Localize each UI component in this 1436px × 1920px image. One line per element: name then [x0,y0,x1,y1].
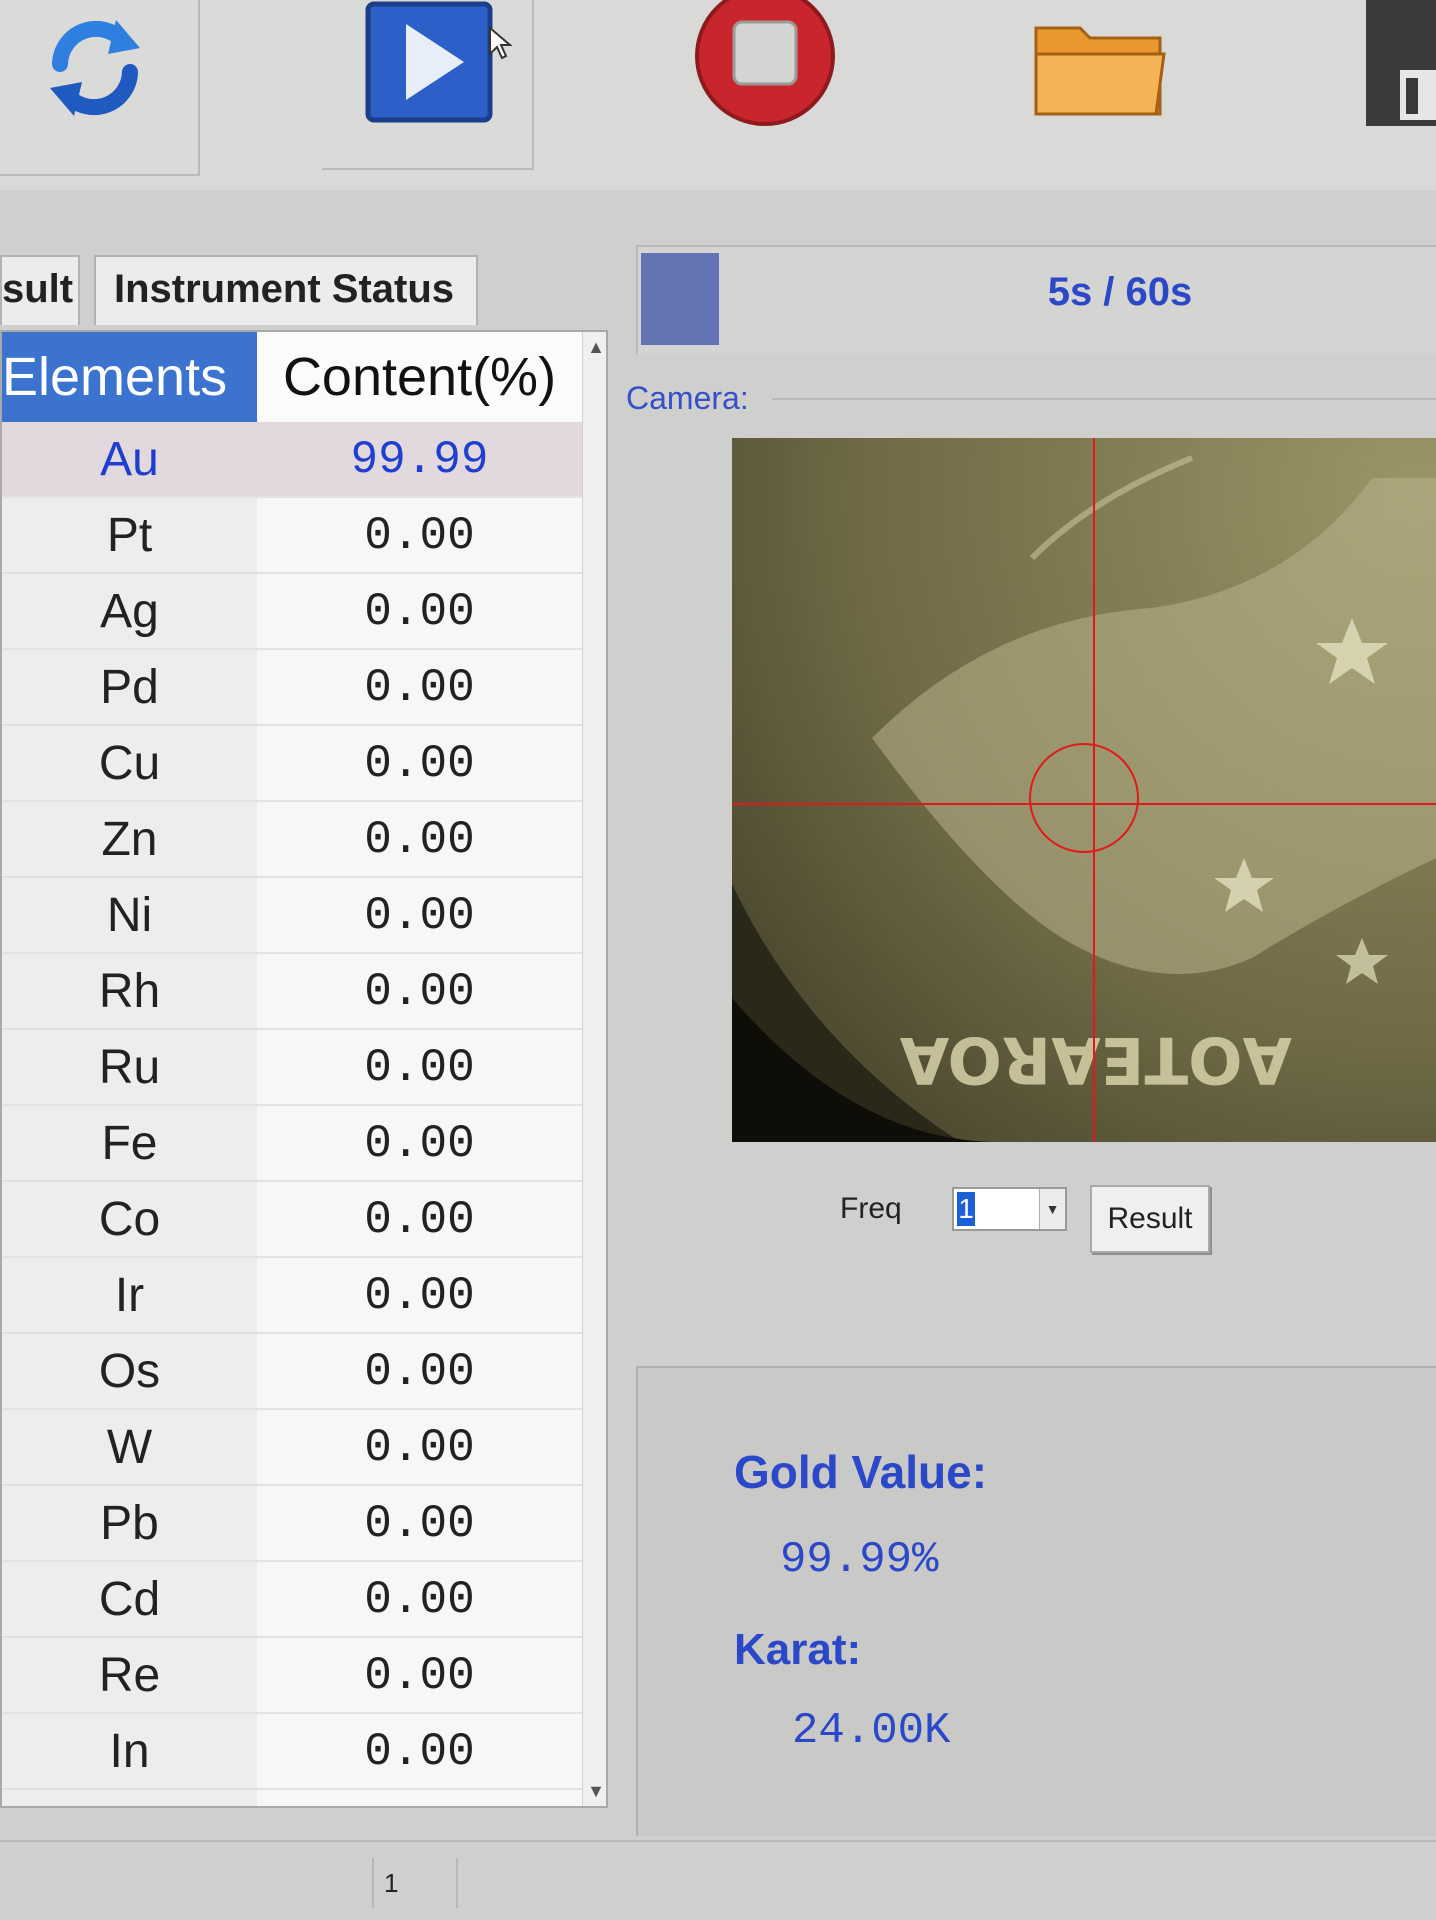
table-row[interactable]: Ni 0.00 [2,878,582,954]
table-row[interactable]: Cd 0.00 [2,1562,582,1638]
element-symbol: Fe [2,1106,257,1180]
result-button[interactable]: Result [1090,1185,1210,1253]
element-symbol: Ir [2,1258,257,1332]
table-body: Au 99.99 Pt 0.00 Ag 0.00 Pd 0.00 Cu 0.00 Zn 0.00 Ni 0… [2,422,582,1806]
camera-group-divider [772,398,1436,400]
folder-icon [1034,26,1166,116]
table-header: Elements Content(%) [2,332,582,422]
element-symbol: Pd [2,650,257,724]
freq-label: Freq [840,1192,902,1225]
element-content-value: 0.00 [257,802,582,876]
element-content-value: 0.00 [257,1410,582,1484]
stop-icon [695,0,835,126]
table-row[interactable]: Pb 0.00 [2,1486,582,1562]
element-content-value: 0.00 [257,1562,582,1636]
element-symbol: W [2,1410,257,1484]
progress-fill [641,253,719,345]
element-symbol: Ni [2,878,257,952]
status-cell: 1 [372,1858,456,1908]
element-content-value: 0.00 [257,1714,582,1788]
result-panel [636,1366,1436,1836]
element-table: Elements Content(%) Au 99.99 Pt 0.00 Ag 0.00 P… [0,330,608,1808]
refresh-icon [50,20,140,116]
element-content-value: 0.00 [257,1334,582,1408]
open-button[interactable] [1000,0,1200,170]
element-symbol: Rh [2,954,257,1028]
element-content-value: 0.00 [257,726,582,800]
camera-label: Camera: [626,380,749,416]
camera-view: AOTEAROA [732,438,1436,1142]
progress-time-text: 5s / 60s [1047,270,1193,314]
table-row[interactable]: Re 0.00 [2,1638,582,1714]
element-symbol: Au [2,422,257,496]
table-row[interactable]: Hg0.00 [2,1790,582,1806]
freq-selected-value: 1 [957,1192,975,1226]
table-row[interactable]: Co 0.00 [2,1182,582,1258]
element-content-value: 0.00 [257,1258,582,1332]
element-symbol: Ag [2,574,257,648]
scroll-up-icon[interactable]: ▲ [583,334,606,360]
tab-instrument-status[interactable]: Instrument Status [94,255,478,325]
element-symbol: Ru [2,1030,257,1104]
table-row[interactable]: Ru 0.00 [2,1030,582,1106]
element-symbol: Re [2,1638,257,1712]
karat-label: Karat: [734,1625,862,1674]
element-symbol: Pt [2,498,257,572]
table-row[interactable]: W 0.00 [2,1410,582,1486]
play-icon [365,1,493,123]
element-symbol: Zn [2,802,257,876]
gold-value: 99.99% [780,1535,939,1585]
element-content-value: 0.00 [257,650,582,724]
chevron-down-icon[interactable]: ▼ [1039,1189,1065,1229]
vertical-scrollbar[interactable]: ▲ ▼ [582,332,606,1806]
table-row[interactable]: Cu 0.00 [2,726,582,802]
element-symbol: Hg [2,1790,257,1806]
element-symbol: Cd [2,1562,257,1636]
scroll-down-icon[interactable]: ▼ [583,1778,606,1804]
karat-value: 24.00K [792,1706,951,1756]
element-content-value: 99.99 [257,422,582,496]
element-symbol: Cu [2,726,257,800]
floppy-disk-icon [1366,0,1436,126]
start-button[interactable] [322,0,534,170]
save-button[interactable] [1360,0,1436,140]
table-row[interactable]: Ir 0.00 [2,1258,582,1334]
element-content-value: 0.00 [257,954,582,1028]
element-content-value: 0.00 [257,1030,582,1104]
freq-select[interactable]: 1 ▼ [952,1187,1067,1231]
column-header-elements[interactable]: Elements [2,332,257,422]
coin-inscription: AOTEAROA [899,1022,1292,1096]
element-symbol: Co [2,1182,257,1256]
stop-button[interactable] [640,0,880,170]
element-content-value: 0.00 [257,574,582,648]
table-row[interactable]: In 0.00 [2,1714,582,1790]
table-row[interactable]: Pt 0.00 [2,498,582,574]
element-content-value: 0.00 [257,1790,582,1806]
tab-result[interactable]: sult [0,255,80,325]
table-row[interactable]: Rh 0.00 [2,954,582,1030]
table-row[interactable]: Fe 0.00 [2,1106,582,1182]
element-content-value: 0.00 [257,1638,582,1712]
element-symbol: Pb [2,1486,257,1560]
element-content-value: 0.00 [257,1486,582,1560]
element-content-value: 0.00 [257,1182,582,1256]
table-row[interactable]: Au 99.99 [2,422,582,498]
status-cell-empty [456,1858,756,1908]
gold-value-label: Gold Value: [734,1446,988,1498]
mouse-cursor-icon [489,26,512,60]
element-symbol: In [2,1714,257,1788]
element-content-value: 0.00 [257,498,582,572]
element-symbol: Os [2,1334,257,1408]
column-header-content[interactable]: Content(%) [257,332,582,422]
camera-image: AOTEAROA [732,438,1436,1142]
table-row[interactable]: Zn 0.00 [2,802,582,878]
table-row[interactable]: Os 0.00 [2,1334,582,1410]
element-content-value: 0.00 [257,1106,582,1180]
table-row[interactable]: Pd 0.00 [2,650,582,726]
table-row[interactable]: Ag 0.00 [2,574,582,650]
refresh-button[interactable] [0,0,200,176]
element-content-value: 0.00 [257,878,582,952]
